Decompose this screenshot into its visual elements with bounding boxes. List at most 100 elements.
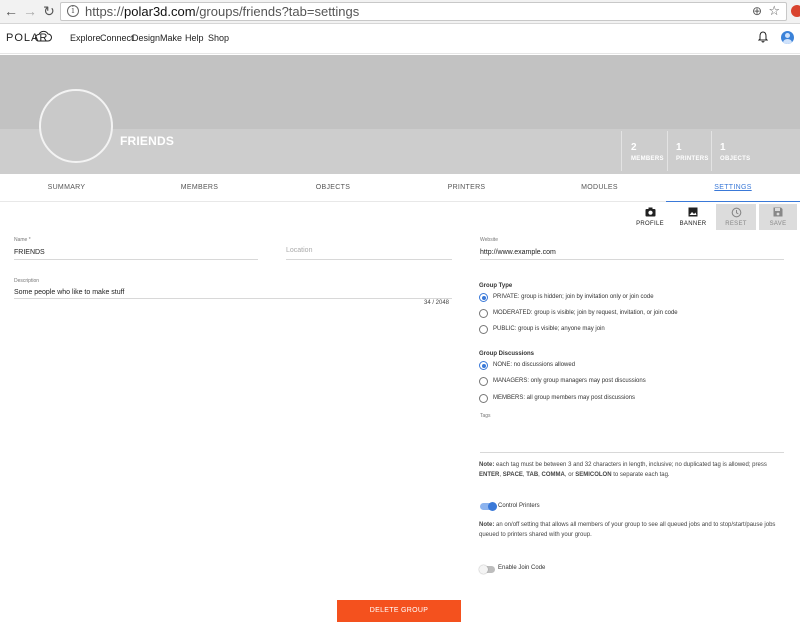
- key-space: SPACE: [502, 472, 523, 478]
- user-avatar-icon[interactable]: [781, 31, 794, 44]
- name-label: Name *: [14, 237, 31, 243]
- tab-label: OBJECTS: [315, 184, 351, 191]
- group-avatar: [39, 89, 113, 163]
- tags-note-text: each tag must be between 3 and 32 charac…: [496, 462, 767, 468]
- refresh-icon[interactable]: ↻: [41, 3, 57, 19]
- browser-toolbar: ← → ↻ i https://polar3d.com/groups/frien…: [0, 0, 800, 24]
- save-button[interactable]: SAVE: [759, 204, 797, 230]
- image-icon: [673, 207, 713, 219]
- nav-explore[interactable]: Explore: [70, 33, 101, 43]
- tab-summary[interactable]: SUMMARY: [0, 175, 133, 202]
- key-tab: TAB: [526, 472, 539, 478]
- radio-moderated[interactable]: [479, 309, 488, 318]
- banner-button[interactable]: BANNER: [673, 204, 713, 230]
- zoom-icon[interactable]: ⊕: [752, 4, 762, 18]
- key-comma: COMMA: [541, 472, 565, 478]
- tags-note-text-end: to separate each tag.: [613, 472, 670, 478]
- stat-printers-count: 1: [676, 142, 682, 153]
- url-text[interactable]: https://polar3d.com/groups/friends?tab=s…: [85, 4, 359, 20]
- tab-objects[interactable]: OBJECTS: [266, 175, 400, 202]
- note-prefix: Note:: [479, 522, 495, 528]
- stat-members-count: 2: [631, 142, 637, 153]
- group-banner: FRIENDS 2 MEMBERS 1 PRINTERS 1 OBJECTS: [0, 55, 800, 174]
- group-tabs: SUMMARY MEMBERS OBJECTS PRINTERS MODULES…: [0, 175, 800, 202]
- radio-discussions-members[interactable]: [479, 394, 488, 403]
- nav-make[interactable]: Make: [160, 33, 182, 43]
- stat-divider: [621, 131, 622, 171]
- tab-label: SUMMARY: [47, 184, 86, 191]
- toggle-knob: [479, 565, 488, 574]
- tab-printers[interactable]: PRINTERS: [400, 175, 533, 202]
- stat-objects-count: 1: [720, 142, 726, 153]
- tags-note: Note: each tag must be between 3 and 32 …: [479, 462, 767, 478]
- tab-label: MODULES: [581, 184, 618, 191]
- tab-settings[interactable]: SETTINGS: [666, 175, 800, 202]
- floppy-disk-icon: [759, 207, 797, 219]
- nav-design[interactable]: Design: [132, 33, 160, 43]
- profile-button-label: PROFILE: [636, 221, 664, 227]
- radio-discussions-none-label[interactable]: NONE: no discussions allowed: [493, 362, 575, 368]
- stat-divider: [711, 131, 712, 171]
- tags-label: Tags: [480, 413, 491, 419]
- delete-group-button[interactable]: DELETE GROUP: [337, 600, 461, 622]
- radio-private[interactable]: [479, 293, 488, 302]
- reset-button[interactable]: RESET: [716, 204, 756, 230]
- stat-printers-label: PRINTERS: [676, 156, 709, 162]
- camera-icon: [632, 207, 668, 219]
- tags-field[interactable]: [480, 452, 784, 453]
- radio-private-label[interactable]: PRIVATE: group is hidden; join by invita…: [493, 294, 654, 300]
- location-field[interactable]: Location: [286, 247, 312, 254]
- bell-icon[interactable]: [758, 31, 768, 43]
- tab-modules[interactable]: MODULES: [533, 175, 666, 202]
- forward-arrow-icon[interactable]: →: [22, 3, 38, 19]
- app-header: POLAR Explore Connect Design Make Help S…: [0, 24, 800, 54]
- back-arrow-icon[interactable]: ←: [3, 3, 19, 19]
- tab-label: SETTINGS: [714, 184, 752, 191]
- control-printers-note: Note: an on/off setting that allows all …: [479, 520, 789, 540]
- stat-members-label: MEMBERS: [631, 156, 664, 162]
- radio-discussions-none[interactable]: [479, 361, 488, 370]
- profile-button[interactable]: PROFILE: [632, 204, 668, 230]
- tab-label: PRINTERS: [447, 184, 486, 191]
- nav-shop[interactable]: Shop: [208, 33, 229, 43]
- url-scheme: https://: [85, 4, 125, 19]
- website-underline: [480, 259, 784, 260]
- note-or: or: [568, 472, 574, 478]
- nav-connect[interactable]: Connect: [100, 33, 134, 43]
- tab-label: MEMBERS: [180, 184, 219, 191]
- history-icon: [716, 207, 756, 219]
- bookmark-star-icon[interactable]: ☆: [768, 3, 780, 19]
- control-printers-label: Control Printers: [498, 503, 540, 509]
- cloud-logo-icon[interactable]: [34, 30, 52, 42]
- reset-button-label: RESET: [725, 221, 747, 227]
- name-field[interactable]: FRIENDS: [14, 249, 45, 256]
- description-field[interactable]: Some people who like to make stuff: [14, 289, 124, 296]
- save-button-label: SAVE: [769, 221, 787, 227]
- url-host: polar3d.com: [124, 4, 196, 19]
- control-printers-toggle[interactable]: [480, 502, 497, 511]
- radio-moderated-label[interactable]: MODERATED: group is visible; join by req…: [493, 310, 678, 316]
- stat-divider: [667, 131, 668, 171]
- info-icon[interactable]: i: [67, 5, 79, 17]
- address-bar[interactable]: i https://polar3d.com/groups/friends?tab…: [60, 2, 787, 21]
- extension-icon[interactable]: [791, 5, 800, 17]
- description-counter: 34 / 2048: [424, 300, 450, 306]
- nav-help[interactable]: Help: [185, 33, 204, 43]
- radio-discussions-members-label[interactable]: MEMBERS: all group members may post disc…: [493, 395, 635, 401]
- radio-discussions-managers-label[interactable]: MANAGERS: only group managers may post d…: [493, 378, 646, 384]
- group-type-title: Group Type: [479, 283, 513, 289]
- group-discussions-title: Group Discussions: [479, 351, 535, 357]
- tab-members[interactable]: MEMBERS: [133, 175, 266, 202]
- key-semicolon: SEMICOLON: [575, 472, 612, 478]
- join-code-label: Enable Join Code: [498, 565, 546, 571]
- website-field[interactable]: http://www.example.com: [480, 249, 556, 256]
- join-code-toggle[interactable]: [479, 565, 495, 574]
- key-enter: ENTER: [479, 472, 500, 478]
- radio-public[interactable]: [479, 325, 488, 334]
- location-underline: [286, 259, 452, 260]
- radio-public-label[interactable]: PUBLIC: group is visible; anyone may joi…: [493, 326, 605, 332]
- banner-button-label: BANNER: [679, 221, 707, 227]
- description-label: Description: [14, 278, 40, 284]
- url-path: /groups/friends?tab=settings: [195, 4, 360, 19]
- radio-discussions-managers[interactable]: [479, 377, 488, 386]
